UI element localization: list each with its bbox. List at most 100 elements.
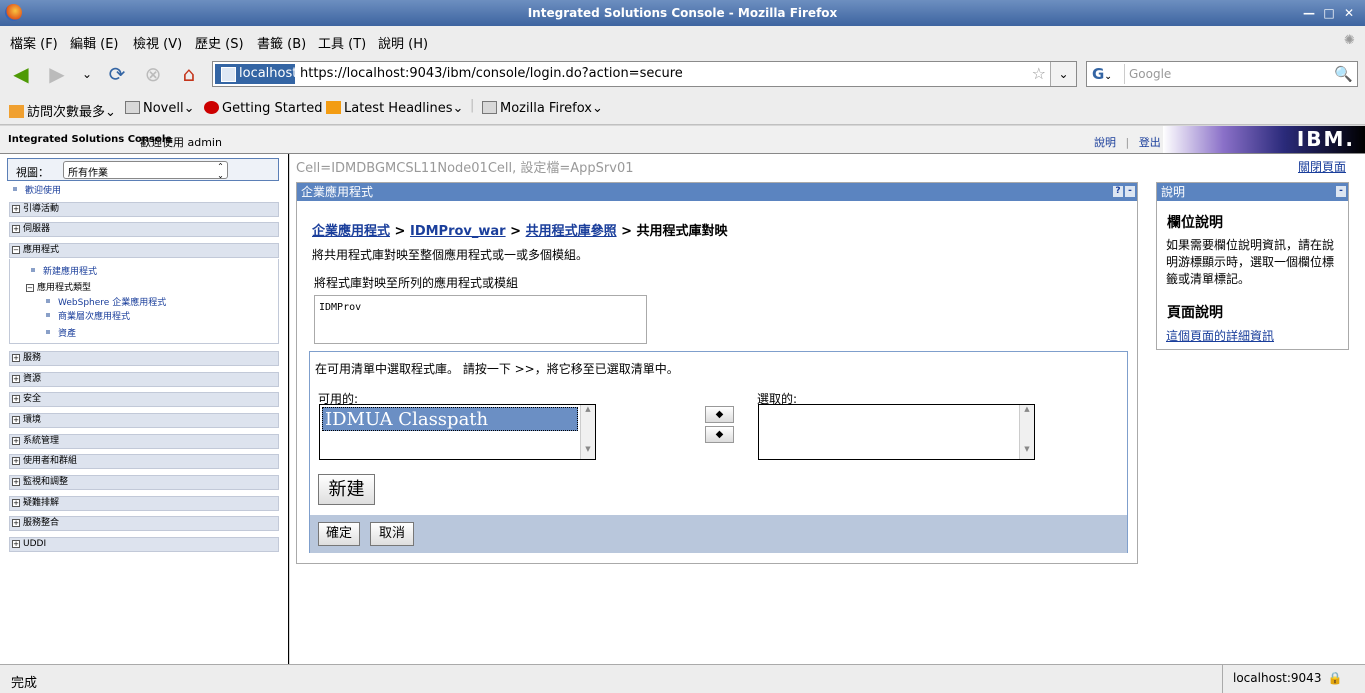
new-button[interactable]: 新建: [318, 474, 375, 505]
expand-icon: +: [12, 437, 20, 445]
bookmark-mozilla-firefox[interactable]: Mozilla Firefox⌄: [482, 101, 603, 116]
menu-bookmarks[interactable]: 書籤 (B): [257, 33, 306, 52]
status-bar: 完成 localhost:9043 🔒: [0, 664, 1365, 693]
collapse-icon: −: [12, 246, 20, 254]
search-box[interactable]: G⌄ Google 🔍: [1086, 61, 1358, 87]
logout-link[interactable]: 登出: [1139, 136, 1161, 149]
address-bar[interactable]: localhost https://localhost:9043/ibm/con…: [212, 61, 1077, 87]
portlet-minimize-icon[interactable]: -: [1125, 186, 1135, 197]
rss-icon: [326, 101, 341, 114]
menu-file[interactable]: 檔案 (F): [10, 33, 58, 52]
forward-icon[interactable]: ▶: [44, 61, 70, 87]
select-instruction: 在可用清單中選取程式庫。 請按一下 >>，將它移至已選取清單中。: [315, 362, 679, 376]
bookmark-most-visited[interactable]: 訪問次數最多⌄: [9, 101, 116, 120]
search-engine-icon[interactable]: G⌄: [1089, 64, 1125, 84]
breadcrumb-separator: >: [621, 224, 633, 239]
bookmark-latest-headlines[interactable]: Latest Headlines⌄: [326, 101, 463, 116]
status-host: localhost:9043 🔒: [1222, 665, 1365, 693]
back-icon[interactable]: ◀: [8, 61, 34, 87]
breadcrumb-shared-lib-refs[interactable]: 共用程式庫參照: [526, 224, 617, 239]
bookmark-getting-started[interactable]: Getting Started: [204, 101, 323, 116]
folder-icon: [125, 101, 140, 114]
expand-icon: +: [12, 519, 20, 527]
nav-category-guided[interactable]: + 引導活動: [9, 202, 279, 217]
help-minimize-icon[interactable]: -: [1336, 186, 1346, 197]
ibm-logo: IBM.: [1163, 126, 1365, 153]
button-bar: 確定 取消: [310, 515, 1127, 553]
expand-icon: +: [12, 416, 20, 424]
scrollbar[interactable]: ▲ ▼: [580, 405, 595, 459]
nav-category-system-admin[interactable]: + 系統管理: [9, 434, 279, 449]
nav-welcome-link[interactable]: 歡迎使用: [13, 183, 61, 196]
redhat-icon: [204, 101, 219, 114]
available-item[interactable]: IDMUA Classpath: [322, 407, 578, 431]
bookmark-star-icon[interactable]: ☆: [1032, 64, 1046, 83]
ok-button[interactable]: 確定: [318, 522, 360, 546]
menu-history[interactable]: 歷史 (S): [195, 33, 244, 52]
enterprise-apps-portlet: 企業應用程式 ? - 企業應用程式 > IDMProv_war > 共用程式庫參…: [296, 182, 1138, 564]
expand-icon: +: [12, 225, 20, 233]
stop-icon[interactable]: ⊗: [140, 61, 166, 87]
url-text[interactable]: https://localhost:9043/ibm/console/login…: [300, 66, 683, 81]
header-link-separator: |: [1125, 136, 1130, 149]
header-links: 說明 | 登出: [1094, 134, 1161, 150]
cell-info: Cell=IDMDBGMCSL11Node01Cell, 設定檔=AppSrv0…: [296, 161, 634, 176]
map-label: 將程式庫對映至所列的應用程式或模組: [314, 276, 519, 290]
breadcrumb-separator: >: [510, 224, 522, 239]
available-list[interactable]: IDMUA Classpath ▲ ▼: [319, 404, 596, 460]
console-header: Integrated Solutions Console 歡迎使用 admin …: [0, 126, 1365, 154]
status-text: 完成: [11, 676, 38, 691]
site-identity[interactable]: localhost: [215, 64, 297, 84]
expand-icon: +: [12, 540, 20, 548]
minimize-icon[interactable]: —: [1301, 5, 1317, 21]
expand-icon: +: [12, 478, 20, 486]
scrollbar[interactable]: ▲ ▼: [1019, 405, 1034, 459]
nav-category-users-groups[interactable]: + 使用者和群組: [9, 454, 279, 469]
reload-icon[interactable]: ⟳: [104, 61, 130, 87]
remove-from-selected-button[interactable]: ◆: [705, 426, 734, 443]
nav-category-resources[interactable]: + 資源: [9, 372, 279, 387]
view-label: 視圖：: [16, 166, 49, 179]
nav-category-security[interactable]: + 安全: [9, 392, 279, 407]
cancel-button[interactable]: 取消: [370, 522, 414, 546]
page-help-link[interactable]: 這個頁面的詳細資訊: [1166, 327, 1274, 344]
bookmark-novell[interactable]: Novell⌄: [125, 101, 195, 116]
nav-category-monitoring[interactable]: + 監視和調整: [9, 475, 279, 490]
breadcrumb-enterprise-apps[interactable]: 企業應用程式: [312, 224, 390, 239]
nav-category-services[interactable]: + 服務: [9, 351, 279, 366]
nav-category-environment[interactable]: + 環境: [9, 413, 279, 428]
menu-edit[interactable]: 編輯 (E): [70, 33, 119, 52]
breadcrumb-idmprov-war[interactable]: IDMProv_war: [410, 224, 506, 239]
nav-category-uddi[interactable]: + UDDI: [9, 537, 279, 552]
page-description: 將共用程式庫對映至整個應用程式或一或多個模組。: [312, 248, 589, 262]
menu-view[interactable]: 檢視 (V): [133, 33, 182, 52]
nav-category-applications[interactable]: − 應用程式: [9, 243, 279, 258]
portlet-help-icon[interactable]: ?: [1113, 186, 1123, 197]
home-icon[interactable]: ⌂: [176, 61, 202, 87]
search-input[interactable]: Google: [1129, 67, 1171, 81]
selected-list[interactable]: ▲ ▼: [758, 404, 1035, 460]
maximize-icon[interactable]: □: [1321, 5, 1337, 21]
lock-icon[interactable]: 🔒: [1327, 671, 1342, 685]
view-select[interactable]: 所有作業: [63, 161, 228, 180]
expand-icon: +: [12, 395, 20, 403]
nav-category-troubleshooting[interactable]: + 疑難排解: [9, 496, 279, 511]
menu-bar: 檔案 (F) 編輯 (E) 檢視 (V) 歷史 (S) 書籤 (B) 工具 (T…: [0, 26, 1365, 55]
window-title: Integrated Solutions Console - Mozilla F…: [527, 6, 838, 20]
portlet-title: 企業應用程式: [301, 185, 374, 199]
search-icon[interactable]: 🔍: [1334, 65, 1353, 83]
nav-category-service-integration[interactable]: + 服務整合: [9, 516, 279, 531]
add-to-selected-button[interactable]: ◆: [705, 406, 734, 423]
url-dropdown-icon[interactable]: ⌄: [1050, 62, 1076, 86]
page-help-title: 頁面說明: [1167, 305, 1223, 321]
menu-help[interactable]: 說明 (H): [378, 33, 428, 52]
help-panel: 說明 - 欄位說明 如果需要欄位說明資訊，請在說明游標顯示時，選取一個欄位標籤或…: [1156, 182, 1349, 350]
field-help-text: 如果需要欄位說明資訊，請在說明游標顯示時，選取一個欄位標籤或清單標記。: [1166, 238, 1335, 286]
close-icon[interactable]: ✕: [1341, 5, 1357, 21]
menu-tools[interactable]: 工具 (T): [318, 33, 366, 52]
window-titlebar: Integrated Solutions Console - Mozilla F…: [0, 0, 1365, 26]
nav-category-servers[interactable]: + 伺服器: [9, 222, 279, 237]
header-help-link[interactable]: 說明: [1094, 136, 1116, 149]
history-dropdown-icon[interactable]: ⌄: [74, 61, 100, 87]
close-page-link[interactable]: 關閉頁面: [1298, 158, 1346, 175]
